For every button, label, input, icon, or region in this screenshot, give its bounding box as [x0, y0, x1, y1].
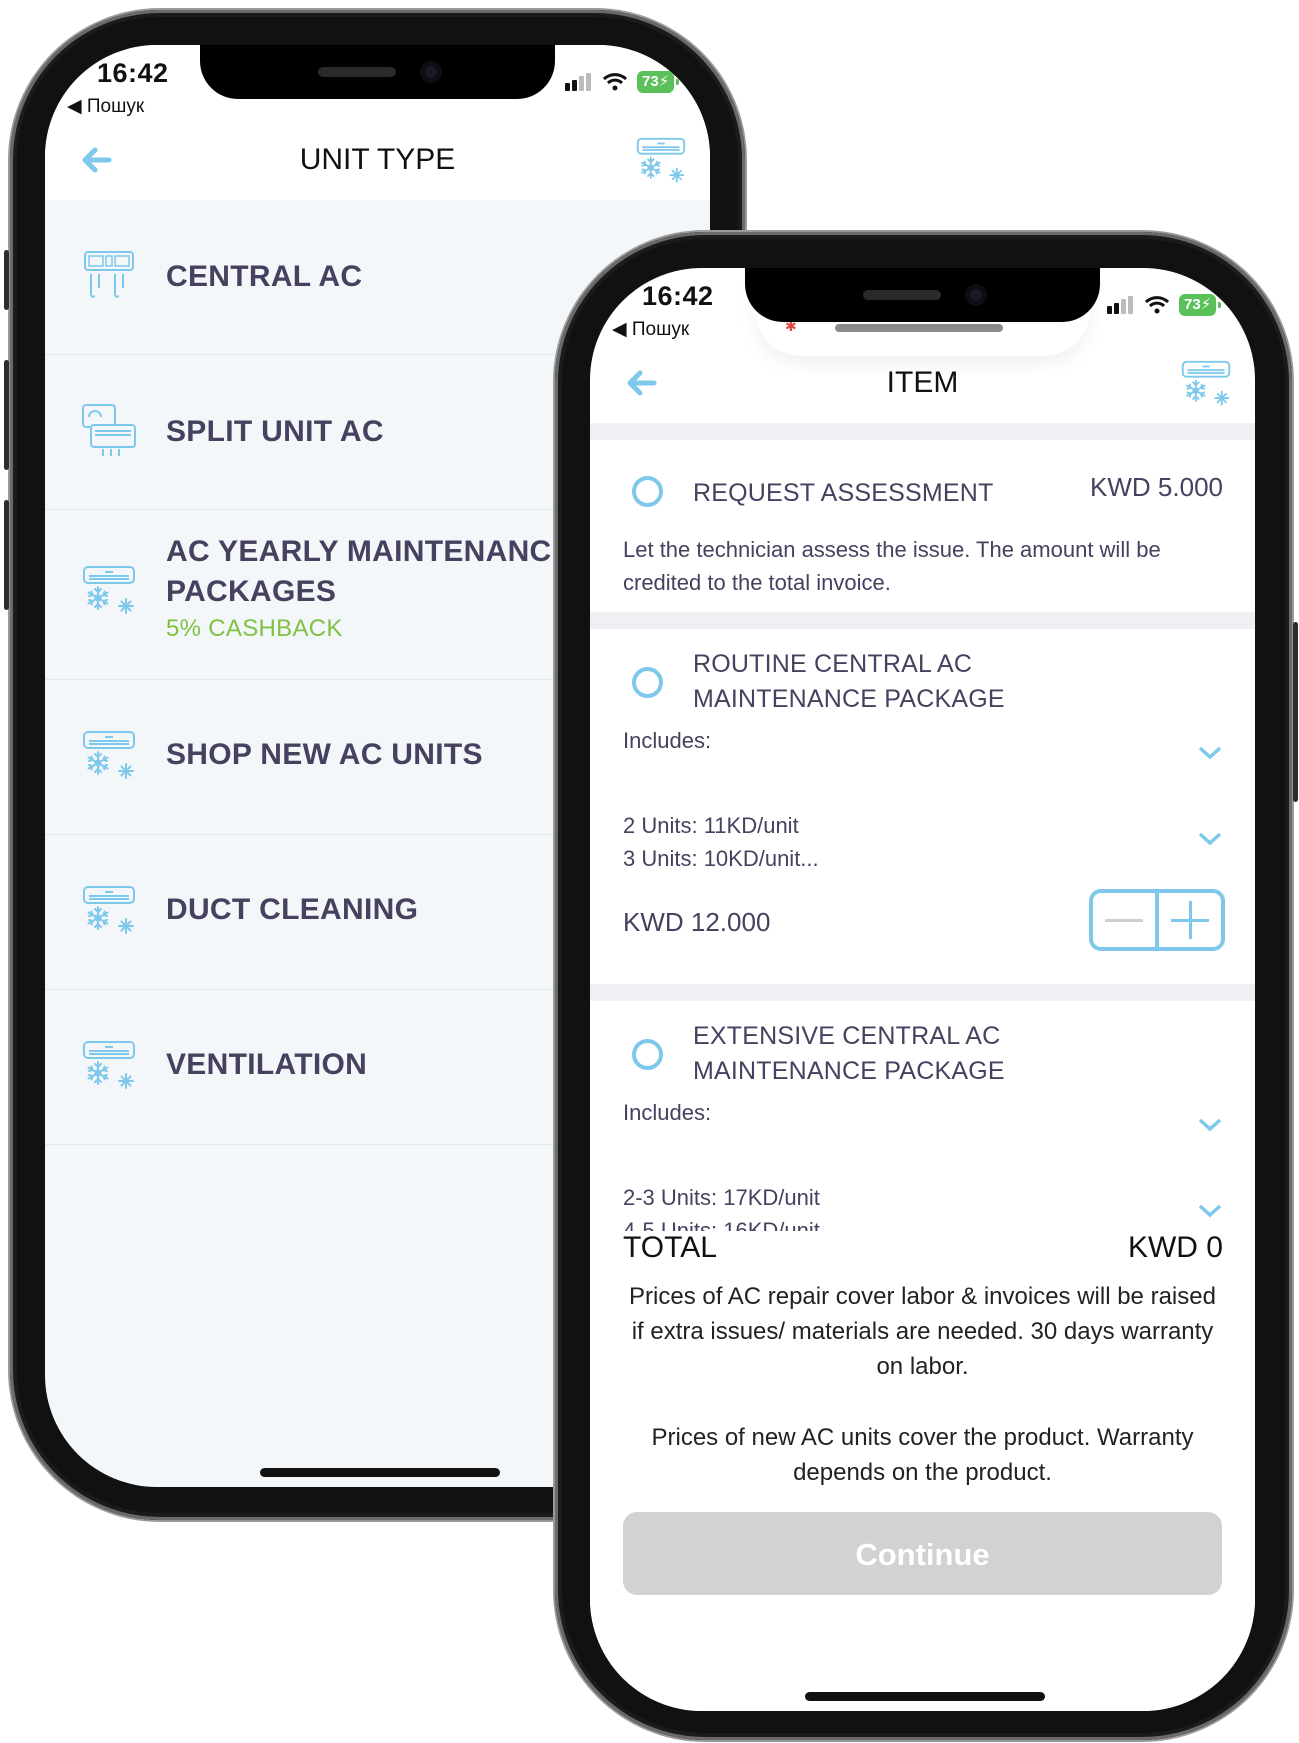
increment-button[interactable] [1159, 893, 1221, 947]
includes-label: Includes: [623, 1100, 712, 1125]
item-title: ROUTINE CENTRAL AC MAINTENANCE PACKAGE [693, 647, 1005, 717]
ac-snowflake-icon [81, 885, 137, 941]
volume-down-button [4, 500, 9, 610]
section-separator [590, 984, 1255, 1001]
chevron-down-icon[interactable] [1197, 1117, 1223, 1133]
signal-icon [1107, 296, 1133, 314]
front-camera [964, 284, 987, 306]
split-unit-icon [82, 404, 136, 456]
list-item-label: VENTILATION [166, 1048, 368, 1081]
battery-level: 73 [642, 73, 659, 90]
volume-up-button [4, 360, 9, 470]
status-time: 16:42 [97, 58, 169, 88]
front-camera [419, 61, 442, 83]
new-units-price-note: Prices of new AC units cover the product… [651, 1424, 1194, 1486]
item-title-line: MAINTENANCE PACKAGE [693, 685, 1005, 713]
speaker [862, 290, 941, 300]
chevron-down-icon[interactable] [1197, 1203, 1223, 1219]
page-title: UNIT TYPE [299, 143, 456, 176]
pricing-tiers: 2-3 Units: 17KD/unit 4-5 Units: 16KD/uni… [623, 1181, 820, 1231]
back-to-app-link[interactable]: ◀ Пошук [612, 318, 689, 341]
cashback-badge: 5% CASHBACK [166, 615, 343, 642]
ac-logo-icon [633, 137, 689, 189]
item-title-line: ROUTINE CENTRAL AC [693, 650, 973, 678]
item-extensive-maintenance[interactable]: EXTENSIVE CENTRAL AC MAINTENANCE PACKAGE… [590, 1001, 1255, 1231]
ac-logo-icon [1178, 360, 1234, 412]
left-notch [200, 45, 555, 99]
home-indicator [805, 1692, 1045, 1701]
signal-icon [565, 73, 591, 91]
total-footer: TOTAL KWD 0 Prices of AC repair cover la… [590, 1231, 1255, 1711]
right-notch [745, 268, 1100, 322]
list-item-title: AC YEARLY MAINTENANCE PACKAGES [166, 535, 572, 608]
includes-label: Includes: [623, 728, 712, 753]
repair-price-note: Prices of AC repair cover labor & invoic… [629, 1283, 1216, 1380]
total-value: KWD 0 [1127, 1231, 1223, 1264]
continue-button[interactable]: Continue [623, 1512, 1222, 1595]
speaker [317, 67, 396, 77]
wifi-icon [1145, 296, 1169, 314]
list-item-label: SPLIT UNIT AC [166, 415, 384, 448]
chevron-down-icon[interactable] [1197, 745, 1223, 761]
mute-switch [4, 250, 9, 310]
list-item-label: DUCT CLEANING [166, 893, 419, 926]
pricing-tier: 4-5 Units: 16KD/unit [623, 1218, 820, 1231]
item-title-line: EXTENSIVE CENTRAL AC [693, 1022, 1001, 1050]
wifi-icon [603, 73, 627, 91]
ac-snowflake-icon [81, 730, 137, 786]
list-item-label: AC YEARLY MAINTENANCE PACKAGES 5% CASHBA… [166, 532, 586, 646]
home-indicator [260, 1468, 500, 1477]
item-description: Let the technician assess the issue. The… [623, 537, 1161, 595]
ac-snowflake-icon [81, 565, 137, 621]
pricing-tier: 3 Units: 10KD/unit... [623, 846, 819, 871]
battery-indicator: 73⚡ [1179, 294, 1222, 316]
pricing-tier: 2 Units: 11KD/unit [623, 813, 799, 838]
item-price: KWD 5.000 [1090, 472, 1223, 502]
status-icons: 73⚡ [565, 71, 680, 93]
minus-icon [1105, 918, 1143, 922]
total-label: TOTAL [623, 1231, 717, 1264]
item-title: REQUEST ASSESSMENT [693, 479, 994, 507]
plus-icon-v [1188, 901, 1192, 939]
pricing-tiers: 2 Units: 11KD/unit 3 Units: 10KD/unit... [623, 809, 819, 875]
status-icons: 73⚡ [1107, 294, 1222, 316]
pricing-tier: 2-3 Units: 17KD/unit [623, 1185, 820, 1210]
item-title: EXTENSIVE CENTRAL AC MAINTENANCE PACKAGE [693, 1019, 1005, 1089]
battery-indicator: 73⚡ [637, 71, 680, 93]
radio-button[interactable] [632, 667, 663, 698]
radio-button[interactable] [632, 1039, 663, 1070]
battery-level: 73 [1184, 296, 1201, 313]
chevron-down-icon[interactable] [1197, 831, 1223, 847]
item-price: KWD 12.000 [623, 907, 771, 937]
list-item-label: SHOP NEW AC UNITS [166, 738, 483, 771]
list-item-label: CENTRAL AC [166, 260, 363, 293]
quantity-stepper [1089, 889, 1225, 951]
ac-snowflake-icon [81, 1040, 137, 1096]
central-ac-icon [84, 251, 134, 298]
back-to-app-link[interactable]: ◀ Пошук [67, 95, 144, 118]
section-separator [590, 423, 1255, 440]
radio-button[interactable] [632, 476, 663, 507]
item-routine-maintenance[interactable]: ROUTINE CENTRAL AC MAINTENANCE PACKAGE I… [590, 629, 1255, 981]
right-screen: ✱ 16:42 ◀ Пошук 73⚡ ITEM REQUEST ASSESSM… [590, 268, 1255, 1711]
power-button [1293, 622, 1298, 802]
decrement-button[interactable] [1093, 893, 1159, 947]
item-title-line: MAINTENANCE PACKAGE [693, 1057, 1005, 1085]
drag-handle[interactable] [835, 324, 1003, 332]
section-separator [590, 612, 1255, 629]
page-title: ITEM [886, 366, 959, 399]
status-time: 16:42 [642, 281, 714, 311]
